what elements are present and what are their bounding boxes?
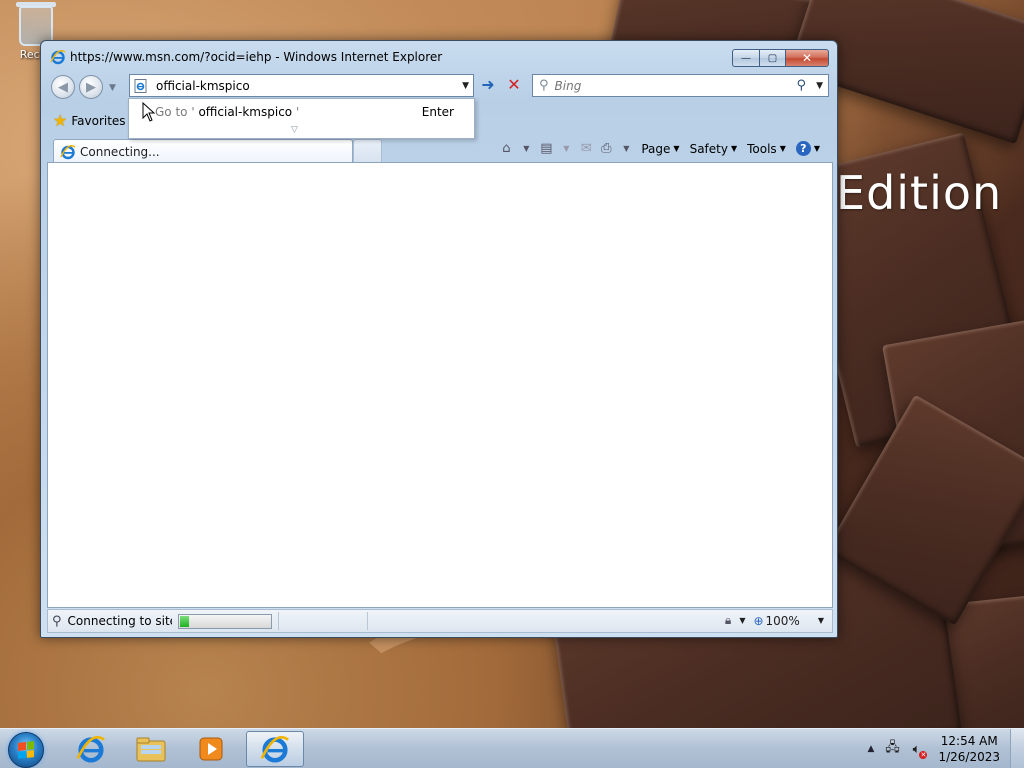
search-provider-icon: ⚲ [539, 78, 549, 93]
search-bar[interactable]: ⚲ ⚲ ▼ [532, 74, 829, 97]
command-bar: ⌂ ▼ ▤ ▼ ✉ ⎙ ▼ Page ▼ Safety ▼ Tools ▼ ? ▼ [498, 139, 823, 158]
address-dropdown-icon[interactable]: ▼ [462, 81, 469, 91]
feeds-dropdown-icon[interactable]: ▼ [558, 142, 574, 156]
close-button[interactable]: ✕ [785, 49, 829, 67]
autocomplete-enter-hint: Enter [421, 105, 454, 119]
feeds-icon[interactable]: ▤ [538, 141, 554, 156]
address-autocomplete-dropdown: Go to ' official-kmspico ' Enter ▽ [128, 98, 475, 139]
address-bar[interactable]: ▼ [129, 74, 474, 97]
start-button[interactable] [8, 732, 44, 768]
taskbar: ▲ 🖧︎ 🔈︎ ✕ 12:54 AM 1/26/2023 [0, 728, 1024, 768]
autocomplete-suffix: ' [295, 105, 300, 119]
protected-mode-icon[interactable]: 🔒︎ [725, 613, 731, 628]
page-menu-label: Page [641, 141, 671, 156]
close-icon: ✕ [801, 51, 813, 65]
status-divider [366, 612, 368, 630]
taskbar-explorer[interactable] [122, 731, 180, 767]
recent-pages-dropdown[interactable]: ▼ [109, 83, 116, 93]
progress-fill [179, 615, 189, 627]
chevron-down-icon: ▼ [730, 144, 738, 153]
show-hidden-icons-button[interactable]: ▲ [868, 744, 875, 754]
mail-icon[interactable]: ✉ [578, 141, 594, 156]
autocomplete-term: official-kmspico [198, 105, 293, 119]
print-dropdown-icon[interactable]: ▼ [618, 142, 634, 156]
home-icon[interactable]: ⌂ [498, 141, 514, 156]
clock-date: 1/26/2023 [938, 750, 1000, 764]
taskbar-ie-pinned[interactable] [62, 731, 120, 767]
progress-bar [177, 613, 272, 629]
safety-menu-label: Safety [689, 141, 728, 156]
volume-muted-icon[interactable]: 🔈︎ ✕ [908, 741, 928, 759]
tools-menu-label: Tools [747, 141, 777, 156]
new-tab-button[interactable] [353, 139, 382, 163]
minimize-icon: — [741, 52, 751, 64]
back-arrow-icon: ◀ [58, 79, 68, 95]
chevron-down-icon: ▼ [813, 144, 820, 153]
taskbar-ie-active[interactable] [246, 731, 304, 767]
folder-icon [136, 737, 166, 762]
back-button[interactable]: ◀ [51, 75, 75, 99]
zoom-icon: ⊕ [753, 613, 764, 628]
status-bar: ⚲ Connecting to site 🔒︎ ▼ ⊕ 100% ▼ [47, 609, 833, 633]
tools-menu[interactable]: Tools ▼ [744, 140, 789, 158]
taskbar-media-player[interactable] [182, 731, 240, 767]
minimize-button[interactable]: — [732, 49, 759, 67]
chevron-down-icon: ▼ [779, 144, 786, 153]
media-player-icon [199, 737, 223, 761]
tab-current[interactable]: Connecting... [53, 139, 353, 163]
stop-x-icon: ✕ [507, 75, 521, 94]
go-arrow-icon: ➜ [481, 75, 495, 94]
search-input[interactable] [554, 78, 785, 93]
search-options-dropdown-icon[interactable]: ▼ [816, 81, 823, 91]
ie-icon [76, 735, 105, 763]
page-ie-icon [134, 78, 147, 93]
stop-button[interactable]: ✕ [503, 76, 525, 96]
chevron-down-icon: ▼ [673, 144, 680, 153]
network-icon[interactable]: 🖧︎ [884, 740, 900, 757]
page-content-area[interactable] [47, 162, 833, 608]
wallpaper-text: Edition [836, 166, 1003, 220]
tab-label: Connecting... [80, 144, 160, 159]
clock[interactable]: 12:54 AM 1/26/2023 [938, 733, 1000, 765]
title-bar[interactable]: https://www.msn.com/?ocid=iehp - Windows… [41, 41, 837, 71]
zoom-control[interactable]: ⊕ 100% [753, 614, 799, 628]
mouse-cursor-icon [142, 102, 156, 122]
star-icon: ★ [53, 111, 68, 130]
autocomplete-prefix: Go to ' [155, 105, 195, 119]
go-button[interactable]: ➜ [477, 76, 499, 96]
favorites-label: Favorites [71, 113, 126, 128]
system-tray: ▲ 🖧︎ 🔈︎ ✕ 12:54 AM 1/26/2023 [868, 729, 1024, 768]
print-icon[interactable]: ⎙ [598, 141, 614, 156]
zoom-dropdown-icon[interactable]: ▼ [818, 616, 824, 625]
clock-time: 12:54 AM [940, 734, 998, 748]
window-title: https://www.msn.com/?ocid=iehp - Windows… [70, 50, 443, 64]
help-menu[interactable]: ? ▼ [793, 139, 823, 158]
safety-menu[interactable]: Safety ▼ [687, 140, 741, 158]
search-status-icon: ⚲ [52, 613, 62, 629]
address-input[interactable] [156, 78, 456, 93]
forward-button[interactable]: ▶ [79, 75, 103, 99]
show-desktop-button[interactable] [1010, 729, 1024, 768]
autocomplete-go-to-item[interactable]: Go to ' official-kmspico ' [155, 105, 299, 119]
page-menu[interactable]: Page ▼ [638, 140, 682, 158]
home-dropdown-icon[interactable]: ▼ [518, 142, 534, 156]
status-right: 🔒︎ ▼ ⊕ 100% ▼ [725, 613, 824, 628]
help-icon: ? [795, 141, 811, 156]
ie-icon [50, 50, 66, 65]
status-divider [277, 612, 279, 630]
zoom-level: 100% [765, 613, 800, 628]
favorites-button[interactable]: ★ Favorites [53, 111, 126, 130]
search-icon[interactable]: ⚲ [796, 78, 806, 93]
tab-row: Connecting... ⌂ ▼ ▤ ▼ ✉ ⎙ ▼ Page ▼ Safety… [41, 137, 837, 163]
ie-tab-icon [60, 144, 76, 159]
status-text: Connecting to site [67, 614, 172, 628]
protected-mode-dropdown-icon[interactable]: ▼ [739, 616, 745, 625]
window-controls: — ▢ ✕ [732, 49, 829, 67]
ie-icon [260, 735, 289, 763]
maximize-button[interactable]: ▢ [759, 49, 785, 67]
forward-arrow-icon: ▶ [86, 79, 96, 95]
maximize-icon: ▢ [767, 52, 778, 64]
expand-chevron-icon[interactable]: ▽ [291, 125, 298, 135]
windows-logo-icon [18, 741, 34, 759]
